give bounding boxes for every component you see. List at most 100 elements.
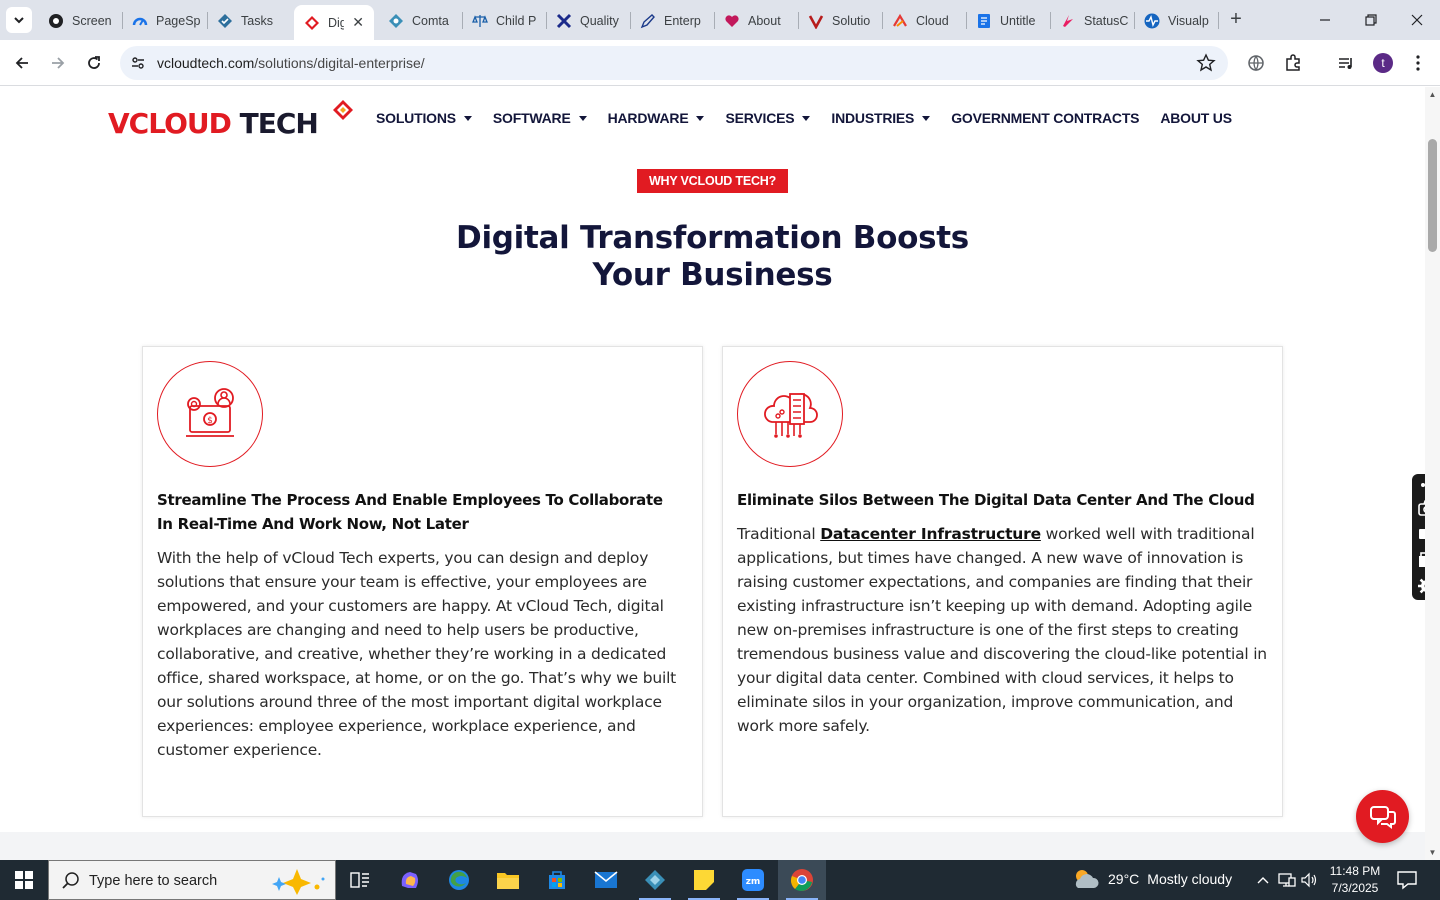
caret-down-icon (463, 115, 472, 121)
v-logo-icon (808, 14, 824, 29)
data-center-icon-circle (737, 361, 843, 467)
tab-search-button[interactable] (6, 7, 32, 33)
bookmark-star-icon[interactable] (1196, 53, 1216, 73)
profile-avatar[interactable]: t (1373, 53, 1393, 73)
close-tab-icon[interactable]: ✕ (352, 14, 364, 31)
site-info-icon[interactable] (128, 53, 148, 73)
copilot-app[interactable] (386, 860, 434, 900)
site-logo[interactable]: VCLOUD TECH (108, 97, 358, 143)
chrome-app[interactable] (778, 860, 826, 900)
tab-enterprise[interactable]: Enterp (630, 5, 712, 36)
tab-child[interactable]: Child P (462, 5, 544, 36)
clock-date: 7/3/2025 (1331, 881, 1379, 895)
tab-label: Dig (328, 15, 344, 30)
sticky-notes-app[interactable] (680, 860, 728, 900)
tab-about[interactable]: About (714, 5, 796, 36)
microsoft-store-app[interactable] (533, 860, 581, 900)
network-icon[interactable] (1278, 871, 1296, 889)
x-logo-icon (556, 13, 572, 28)
nav-item-industries[interactable]: INDUSTRIES (831, 110, 931, 126)
scroll-up-arrow-icon[interactable]: ▲ (1428, 90, 1437, 99)
task-view-button[interactable] (336, 860, 384, 900)
weather-widget[interactable]: 29°C Mostly cloudy (1072, 868, 1232, 890)
tab-solutions[interactable]: Solutio (798, 5, 880, 36)
why-vcloud-badge: WHY VCLOUD TECH? (637, 169, 788, 193)
heart-icon (725, 14, 739, 27)
chevron-down-icon (14, 17, 24, 24)
media-control-icon[interactable] (1334, 51, 1358, 75)
volume-icon[interactable] (1300, 871, 1318, 889)
card-body: With the help of vCloud Tech experts, yo… (157, 549, 677, 759)
store-icon (549, 871, 565, 889)
address-bar[interactable]: vcloudtech.com/solutions/digital-enterpr… (120, 46, 1228, 80)
nav-item-about-us[interactable]: ABOUT US (1160, 110, 1232, 126)
weather-description: Mostly cloudy (1147, 871, 1233, 887)
sticky-notes-icon (694, 870, 714, 890)
nav-label: SOFTWARE (492, 110, 571, 126)
copilot-icon (401, 872, 418, 888)
show-hidden-icons-chevron-icon[interactable] (1254, 871, 1272, 889)
start-button[interactable] (0, 860, 48, 900)
close-window-button[interactable] (1394, 0, 1440, 40)
tab-digital-enterprise[interactable]: Dig ✕ (294, 5, 374, 40)
card-body-suffix: worked well with traditional application… (737, 525, 1267, 735)
taskbar-clock[interactable]: 11:48 PM 7/3/2025 (1320, 863, 1390, 897)
arrow-left-icon (15, 57, 28, 69)
next-section-band (0, 832, 1425, 860)
back-button[interactable] (8, 49, 36, 77)
new-tab-button[interactable]: + (1226, 9, 1246, 30)
tab-quality[interactable]: Quality (546, 5, 628, 36)
notification-center-icon[interactable] (1396, 870, 1418, 890)
screencast-icon (49, 13, 63, 28)
search-icon (62, 872, 79, 889)
kebab-menu-icon[interactable] (1406, 51, 1430, 75)
nav-item-services[interactable]: SERVICES (725, 110, 811, 126)
forward-button[interactable] (44, 49, 72, 77)
chat-bubbles-icon (1369, 805, 1396, 829)
close-icon (1411, 14, 1423, 26)
page-scrollbar[interactable]: ▲ ▼ (1425, 87, 1440, 860)
tab-statusc[interactable]: StatusC (1050, 5, 1132, 36)
scales-icon (472, 14, 488, 27)
mail-app[interactable] (582, 860, 630, 900)
translate-icon[interactable] (1244, 51, 1268, 75)
edge-app[interactable] (435, 860, 483, 900)
tab-tasks[interactable]: Tasks (207, 5, 293, 36)
scrollbar-thumb[interactable] (1428, 139, 1437, 252)
nav-item-solutions[interactable]: SOLUTIONS (376, 110, 472, 126)
tab-label: Quality (580, 13, 619, 28)
diamond-app[interactable] (631, 860, 679, 900)
tab-label: Cloud (916, 13, 949, 28)
edge-icon (449, 870, 469, 890)
tab-comta[interactable]: Comta (378, 5, 460, 36)
card-body: Traditional Datacenter Infrastructure wo… (737, 522, 1272, 738)
tab-screen[interactable]: Screen (38, 5, 120, 36)
nav-item-government-contracts[interactable]: GOVERNMENT CONTRACTS (951, 110, 1139, 126)
search-placeholder: Type here to search (89, 873, 218, 889)
tab-cloud[interactable]: Cloud (882, 5, 964, 36)
taskbar-search-box[interactable]: Type here to search (48, 860, 336, 900)
reload-button[interactable] (80, 49, 108, 77)
docs-icon (978, 13, 990, 28)
url-text[interactable]: vcloudtech.com/solutions/digital-enterpr… (157, 55, 425, 71)
restore-button[interactable] (1348, 0, 1394, 40)
tab-visualping[interactable]: Visualp (1134, 5, 1216, 36)
nav-item-hardware[interactable]: HARDWARE (608, 110, 705, 126)
feature-card-collaboration: $ Streamline The Process And Enable Empl… (142, 346, 703, 817)
digital-workplace-icon: $ (186, 388, 234, 437)
scroll-down-arrow-icon[interactable]: ▼ (1428, 848, 1437, 857)
tab-untitled[interactable]: Untitle (966, 5, 1048, 36)
live-chat-button[interactable] (1356, 790, 1409, 843)
file-explorer-app[interactable] (484, 860, 532, 900)
pagespeed-icon (132, 17, 148, 26)
zoom-app[interactable]: zm (729, 860, 777, 900)
tab-label: Comta (412, 13, 449, 28)
tab-pagespeed[interactable]: PageSp (122, 5, 206, 36)
minimize-button[interactable] (1302, 0, 1348, 40)
cloud-server-icon (764, 393, 818, 438)
extensions-icon[interactable] (1281, 51, 1305, 75)
nav-label: SERVICES (725, 110, 795, 126)
caret-down-icon (578, 115, 587, 121)
datacenter-infrastructure-link[interactable]: Datacenter Infrastructure (820, 525, 1041, 543)
nav-item-software[interactable]: SOFTWARE (493, 110, 587, 126)
